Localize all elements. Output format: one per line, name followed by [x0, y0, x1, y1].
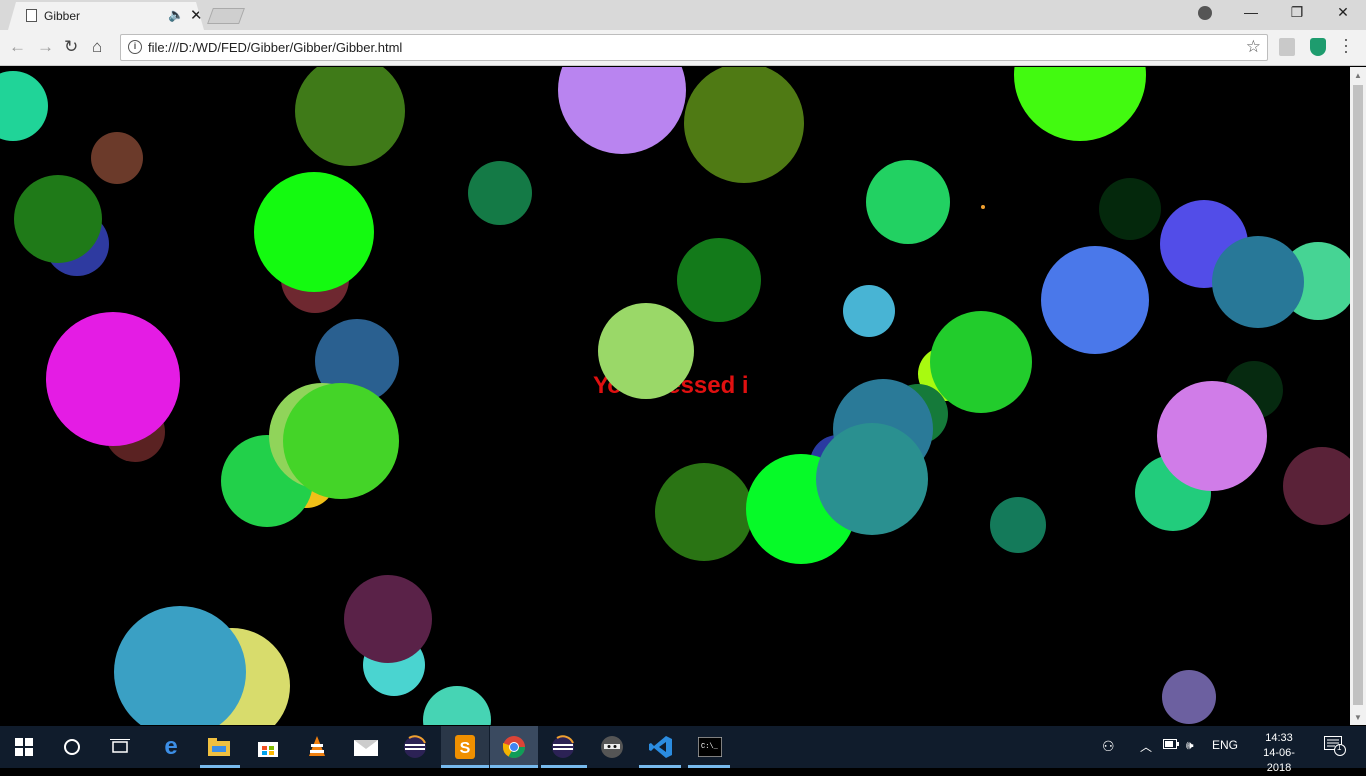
clock-time: 14:33	[1265, 732, 1293, 744]
windows-taskbar: e S C:\_ ⚇ ︿ 🕪 ENG 14:33 14-06-2018 1	[0, 726, 1366, 774]
new-tab-button[interactable]	[207, 8, 245, 24]
windows-start-icon[interactable]	[11, 734, 37, 760]
vscode-icon[interactable]	[648, 734, 674, 760]
circle	[558, 67, 686, 154]
store-icon[interactable]	[255, 734, 281, 760]
profile-icon[interactable]	[1198, 6, 1212, 20]
circle	[0, 71, 48, 141]
task-view-icon[interactable]	[107, 734, 133, 760]
vertical-scrollbar[interactable]: ▲ ▼	[1350, 67, 1366, 725]
circle	[283, 383, 399, 499]
notification-count: 1	[1337, 743, 1342, 752]
circle	[295, 67, 405, 166]
circle	[1041, 246, 1149, 354]
circle	[598, 303, 694, 399]
language-indicator[interactable]: ENG	[1212, 738, 1238, 752]
circle	[1157, 381, 1267, 491]
address-bar[interactable]: i file:///D:/WD/FED/Gibber/Gibber/Gibber…	[120, 34, 1268, 61]
circle	[114, 606, 246, 725]
tab-gibber[interactable]: Gibber 🔈 ✕	[8, 2, 204, 30]
ninja-app-icon[interactable]	[599, 734, 625, 760]
eclipse-icon[interactable]	[402, 734, 428, 760]
chrome-icon[interactable]	[501, 734, 527, 760]
circle	[684, 67, 804, 183]
info-icon[interactable]: i	[128, 40, 142, 54]
home-icon[interactable]: ⌂	[92, 37, 102, 57]
circle	[655, 463, 753, 561]
circle	[866, 160, 950, 244]
forward-arrow-icon[interactable]: →	[37, 37, 54, 57]
circle	[91, 132, 143, 184]
edge-icon[interactable]: e	[158, 733, 184, 760]
vlc-icon[interactable]	[304, 734, 330, 760]
circle	[254, 172, 374, 292]
circle	[816, 423, 928, 535]
back-arrow-icon[interactable]: ←	[9, 37, 26, 57]
sublime-text-icon[interactable]: S	[452, 734, 478, 760]
circle	[1212, 236, 1304, 328]
mail-icon[interactable]	[353, 734, 379, 760]
circle	[677, 238, 761, 322]
notification-center-icon[interactable]: 1	[1324, 736, 1346, 759]
cortana-icon[interactable]	[59, 734, 85, 760]
pdf-extension-icon[interactable]	[1279, 38, 1295, 56]
circle	[46, 312, 180, 446]
shield-extension-icon[interactable]	[1310, 38, 1326, 56]
circle	[14, 175, 102, 263]
svg-text:S: S	[460, 740, 471, 757]
circle	[990, 497, 1046, 553]
scroll-up-icon[interactable]: ▲	[1354, 71, 1362, 80]
svg-text:C:\_: C:\_	[701, 743, 719, 751]
circle	[344, 575, 432, 663]
url-text: file:///D:/WD/FED/Gibber/Gibber/Gibber.h…	[148, 40, 403, 55]
circle	[1162, 670, 1216, 724]
bookmark-star-icon[interactable]: ☆	[1246, 37, 1261, 57]
command-prompt-icon[interactable]: C:\_	[697, 734, 723, 760]
menu-dots-icon[interactable]: · · ·	[1343, 30, 1349, 60]
clock-date: 14-06-2018	[1263, 747, 1295, 774]
close-tab-icon[interactable]: ✕	[190, 6, 203, 24]
page-icon	[26, 9, 37, 22]
circle	[468, 161, 532, 225]
circle	[843, 285, 895, 337]
circle	[981, 205, 985, 209]
reload-icon[interactable]: ↻	[64, 37, 78, 57]
circle	[1014, 67, 1146, 141]
close-window-button[interactable]: ✕	[1320, 4, 1366, 21]
scroll-down-icon[interactable]: ▼	[1354, 713, 1362, 722]
battery-icon[interactable]	[1163, 738, 1179, 752]
clock[interactable]: 14:33 14-06-2018	[1252, 731, 1306, 776]
circles-canvas	[0, 67, 1350, 725]
minimize-button[interactable]: —	[1228, 4, 1274, 20]
circle	[1283, 447, 1350, 525]
circle	[1099, 178, 1161, 240]
circle	[930, 311, 1032, 413]
circle	[423, 686, 491, 725]
people-icon[interactable]: ⚇	[1102, 738, 1115, 755]
page-canvas[interactable]: You pressed i	[0, 67, 1350, 725]
speaker-icon[interactable]: 🔈	[168, 7, 184, 23]
tab-title: Gibber	[44, 9, 81, 23]
tab-strip: Gibber 🔈 ✕ — ❐ ✕	[0, 0, 1366, 30]
volume-icon[interactable]: 🕪	[1186, 738, 1194, 753]
show-hidden-icons-chevron-icon[interactable]: ︿	[1140, 738, 1152, 755]
scroll-thumb[interactable]	[1353, 85, 1363, 705]
restore-button[interactable]: ❐	[1274, 4, 1320, 21]
file-explorer-icon[interactable]	[206, 734, 232, 760]
eclipse-2-icon[interactable]	[550, 734, 576, 760]
browser-toolbar: ← → ↻ ⌂ i file:///D:/WD/FED/Gibber/Gibbe…	[0, 30, 1366, 66]
